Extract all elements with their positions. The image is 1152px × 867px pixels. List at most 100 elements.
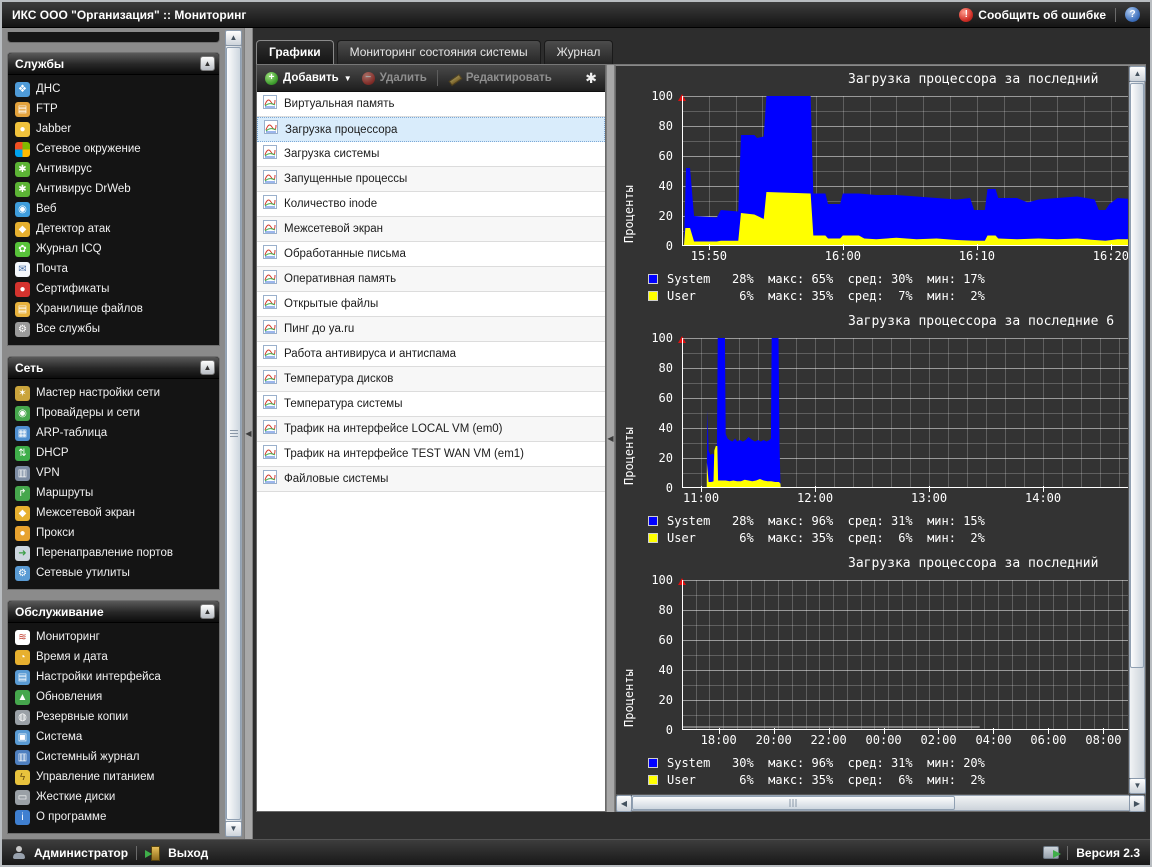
graph-list-item[interactable]: Оперативная память	[257, 267, 605, 292]
charts-hscroll-track[interactable]	[632, 795, 1129, 811]
sidebar-scroll-thumb[interactable]	[226, 47, 241, 820]
sidebar-item[interactable]: ▥Системный журнал	[8, 747, 219, 767]
sidebar-item-label: Сетевые утилиты	[36, 567, 130, 579]
graph-list-item[interactable]: Пинг до ya.ru	[257, 317, 605, 342]
sidebar-scrollbar[interactable]: ▲ ▼	[225, 30, 242, 837]
sidebar-item[interactable]: ✿Журнал ICQ	[8, 239, 219, 259]
charts-hscroll-thumb[interactable]	[632, 796, 955, 810]
graph-list-item[interactable]: Виртуальная память	[257, 92, 605, 117]
sidebar-item[interactable]: ◍Резервные копии	[8, 707, 219, 727]
collapse-panel-icon[interactable]: ▲	[200, 56, 215, 71]
sidebar-scroll-track[interactable]	[225, 46, 242, 821]
graph-list-item[interactable]: Запущенные процессы	[257, 167, 605, 192]
sidebar-panel-header[interactable]: Обслуживание ▲	[8, 601, 219, 623]
sidebar-item[interactable]: ⚙Все службы	[8, 319, 219, 339]
add-button[interactable]: + Добавить ▼	[265, 72, 352, 85]
graph-list-item[interactable]: Загрузка системы	[257, 142, 605, 167]
graph-list-item[interactable]: Температура дисков	[257, 367, 605, 392]
current-user-label[interactable]: Администратор	[34, 846, 128, 860]
sidebar-item[interactable]: ⇅DHCP	[8, 443, 219, 463]
collapse-panel-icon[interactable]: ▲	[200, 360, 215, 375]
sidebar-splitter[interactable]: ◀	[244, 28, 253, 839]
chart-icon	[263, 220, 277, 239]
antivirus-icon: ✱	[15, 162, 30, 177]
sidebar-item[interactable]: ✶Мастер настройки сети	[8, 383, 219, 403]
network-utils-icon: ⚙	[15, 566, 30, 581]
x-axis-ticks: 15:5016:0016:1016:2016:30	[682, 249, 1128, 266]
tab-2[interactable]: Журнал	[544, 40, 614, 64]
charts-horizontal-scrollbar[interactable]: ◀ ▶	[616, 794, 1145, 811]
graph-list-item[interactable]: Открытые файлы	[257, 292, 605, 317]
sidebar-item[interactable]: ϟУправление питанием	[8, 767, 219, 787]
report-error-label: Сообщить об ошибке	[978, 8, 1106, 22]
scroll-up-icon[interactable]: ▲	[225, 30, 242, 46]
tab-1[interactable]: Мониторинг состояния системы	[337, 40, 541, 64]
sidebar-panel-title: Обслуживание	[15, 605, 104, 619]
settings-icon[interactable]: ✱	[585, 70, 597, 87]
graph-list-item[interactable]: Трафик на интерфейсе LOCAL VM (em0)	[257, 417, 605, 442]
sidebar-item[interactable]: ◔Время и дата	[8, 647, 219, 667]
scroll-up-icon[interactable]: ▲	[1129, 66, 1146, 82]
sidebar-item[interactable]: ▤Хранилище файлов	[8, 299, 219, 319]
scroll-right-icon[interactable]: ▶	[1129, 795, 1145, 812]
sidebar-item[interactable]: ▤FTP	[8, 99, 219, 119]
graph-list-item[interactable]: Работа антивируса и антиспама	[257, 342, 605, 367]
charts-vscroll-thumb[interactable]	[1130, 83, 1144, 668]
legend-row: User 6% макс: 35% сред: 6% мин: 2%	[648, 529, 1128, 546]
sidebar-item[interactable]: ◉Веб	[8, 199, 219, 219]
graph-list-item[interactable]: Трафик на интерфейсе TEST WAN VM (em1)	[257, 442, 605, 467]
sidebar-item[interactable]: ≋Мониторинг	[8, 627, 219, 647]
sidebar-item[interactable]: ❖ДНС	[8, 79, 219, 99]
logout-button[interactable]: Выход	[168, 846, 208, 860]
sidebar-item[interactable]: ⚙ Сетевые утилиты	[8, 563, 219, 583]
icq-log-icon: ✿	[15, 242, 30, 257]
sidebar-panel-header[interactable]: Сеть ▲	[8, 357, 219, 379]
sidebar-item[interactable]: ◆Детектор атак	[8, 219, 219, 239]
report-error-button[interactable]: ! Сообщить об ошибке	[959, 8, 1106, 22]
updates-icon: ▲	[15, 690, 30, 705]
file-storage-icon: ▤	[15, 302, 30, 317]
delete-button[interactable]: − Удалить	[362, 72, 427, 85]
sidebar-item[interactable]: Сетевое окружение	[8, 139, 219, 159]
sidebar-item[interactable]: ●Jabber	[8, 119, 219, 139]
sidebar-item[interactable]: ▲Обновления	[8, 687, 219, 707]
chart-plot-area: Проценты020406080100	[620, 577, 1128, 733]
scroll-left-icon[interactable]: ◀	[616, 795, 632, 812]
graph-list-item[interactable]: Межсетевой экран	[257, 217, 605, 242]
graph-list-item[interactable]: Температура системы	[257, 392, 605, 417]
scroll-down-icon[interactable]: ▼	[225, 821, 242, 837]
sidebar-item[interactable]: ●Прокси	[8, 523, 219, 543]
updates-status-icon[interactable]	[1043, 846, 1059, 859]
sidebar-item[interactable]: ▣Система	[8, 727, 219, 747]
sidebar-item[interactable]: ▤Настройки интерфейса	[8, 667, 219, 687]
sidebar-item[interactable]: ▦ARP-таблица	[8, 423, 219, 443]
sidebar-item[interactable]: ◉Провайдеры и сети	[8, 403, 219, 423]
statusbar-left: Администратор Выход	[12, 846, 208, 860]
sidebar-item[interactable]: ◆Межсетевой экран	[8, 503, 219, 523]
sidebar-item[interactable]: ✱Антивирус	[8, 159, 219, 179]
charts-vertical-scrollbar[interactable]: ▲ ▼	[1128, 66, 1145, 794]
sidebar-item[interactable]: ➜Перенаправление портов	[8, 543, 219, 563]
graph-list-item[interactable]: Файловые системы	[257, 467, 605, 492]
tab-0[interactable]: Графики	[256, 40, 334, 64]
sidebar-item[interactable]: iО программе	[8, 807, 219, 827]
graph-list-item[interactable]: Обработанные письма	[257, 242, 605, 267]
sidebar-item-label: Жесткие диски	[36, 791, 115, 803]
charts-vscroll-track[interactable]	[1129, 82, 1145, 778]
sidebar-item[interactable]: ▭Жесткие диски	[8, 787, 219, 807]
edit-button[interactable]: Редактировать	[448, 72, 552, 85]
help-icon[interactable]: ?	[1125, 7, 1140, 22]
sidebar-panel-title: Сеть	[15, 361, 43, 375]
sidebar-item[interactable]: ▥VPN	[8, 463, 219, 483]
graph-list-item[interactable]: Количество inode	[257, 192, 605, 217]
scroll-down-icon[interactable]: ▼	[1129, 778, 1146, 794]
sidebar-item[interactable]: ✱Антивирус DrWeb	[8, 179, 219, 199]
sidebar-item[interactable]: ✉Почта	[8, 259, 219, 279]
sidebar-item[interactable]: ↱Маршруты	[8, 483, 219, 503]
sidebar-panel-header[interactable]: Службы▲	[8, 53, 219, 75]
sidebar-item[interactable]: ●Сертификаты	[8, 279, 219, 299]
list-splitter[interactable]: ◀	[606, 65, 615, 812]
graph-list-item[interactable]: Загрузка процессора	[257, 117, 605, 142]
collapse-panel-icon[interactable]: ▲	[200, 604, 215, 619]
title-bar: ИКС ООО "Организация" :: Мониторинг ! Со…	[2, 2, 1150, 28]
